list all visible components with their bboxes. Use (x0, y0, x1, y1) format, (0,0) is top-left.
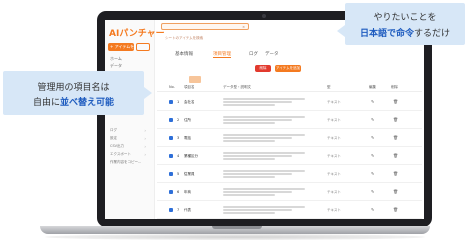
item-name: 代表 (184, 208, 191, 212)
add-item-button[interactable]: アイテムを追加 (275, 65, 301, 72)
item-description (223, 169, 309, 179)
tab-basic-info[interactable]: 基本情報 (175, 51, 193, 57)
item-description (223, 97, 309, 107)
chevron-right-icon: › (144, 128, 146, 133)
column-header[interactable]: No. (169, 85, 175, 89)
table-row[interactable]: 4 業種区分 テキスト ✎ 🗑 (157, 147, 422, 165)
sidebar-item[interactable]: 作業内容をコピー... (110, 160, 150, 165)
app-logo: AIパンチャー (109, 29, 165, 39)
callout-arrow (144, 87, 152, 99)
row-number: 3 (177, 136, 180, 140)
item-type: テキスト (327, 154, 341, 158)
row-number: 1 (177, 100, 180, 104)
chevron-right-icon: › (144, 136, 146, 141)
sidebar-item[interactable]: エクスポート › (110, 152, 150, 157)
item-name: 業種区分 (184, 154, 198, 158)
trash-icon[interactable]: 🗑 (393, 189, 398, 194)
sidebar-item[interactable]: 設定 › (110, 136, 150, 141)
row-checkbox[interactable] (169, 100, 173, 104)
sidebar-link-data[interactable]: データ (110, 63, 122, 69)
edit-icon[interactable]: ✎ (371, 135, 374, 140)
column-header: 削除 (391, 85, 398, 89)
item-type: テキスト (327, 208, 341, 212)
trash-icon[interactable]: 🗑 (393, 99, 398, 104)
table-header: No. 項目名 データ型・説明文 型 編集 削除 (157, 84, 422, 92)
item-description (223, 133, 309, 143)
trash-icon[interactable]: 🗑 (393, 117, 398, 122)
search-input[interactable]: シートのアイテムを検索 × (161, 23, 249, 40)
trash-icon[interactable]: 🗑 (393, 153, 398, 158)
item-type: テキスト (327, 100, 341, 104)
edit-icon[interactable]: ✎ (371, 99, 374, 104)
delete-button[interactable]: 削除 (255, 65, 271, 72)
callout-arrow (337, 25, 345, 37)
new-item-button[interactable]: + アイテムを追加 (108, 43, 134, 51)
item-description (223, 115, 309, 125)
table-row[interactable]: 3 電話 テキスト ✎ 🗑 (157, 129, 422, 147)
edit-icon[interactable]: ✎ (371, 153, 374, 158)
tab-data[interactable]: データ (265, 51, 279, 57)
item-type: テキスト (327, 190, 341, 194)
row-checkbox[interactable] (169, 172, 173, 176)
tab-item-management[interactable]: 項目管理 (213, 51, 231, 58)
row-number: 5 (177, 172, 180, 176)
item-description (223, 187, 309, 197)
trash-icon[interactable]: 🗑 (393, 135, 398, 140)
column-header[interactable]: 型 (327, 85, 331, 90)
row-checkbox[interactable] (169, 118, 173, 122)
callout-japanese-command: やりたいことを 日本語で命令するだけ (337, 3, 465, 45)
item-name: 会社名 (184, 100, 195, 104)
row-number: 4 (177, 154, 180, 158)
laptop-notch (212, 226, 262, 229)
item-name: 住所 (184, 118, 191, 122)
status-badge (189, 76, 201, 83)
column-header[interactable]: データ型・説明文 (223, 85, 251, 90)
edit-icon[interactable]: ✎ (371, 171, 374, 176)
row-checkbox[interactable] (169, 136, 173, 140)
item-type: テキスト (327, 172, 341, 176)
chevron-right-icon: › (144, 152, 146, 157)
edit-icon[interactable]: ✎ (371, 117, 374, 122)
row-checkbox[interactable] (169, 208, 173, 212)
row-number: 2 (177, 118, 180, 122)
item-description (223, 151, 309, 161)
sidebar-item[interactable]: CSV出力 › (110, 144, 150, 149)
tab-log[interactable]: ログ (249, 51, 258, 57)
webcam-icon (262, 14, 266, 18)
row-number: 7 (177, 208, 180, 212)
table-row[interactable]: 7 代表 テキスト ✎ 🗑 (157, 201, 422, 219)
sidebar-toggle-button[interactable] (136, 43, 150, 51)
laptop-shadow (45, 234, 425, 240)
edit-icon[interactable]: ✎ (371, 189, 374, 194)
item-type: テキスト (327, 136, 341, 140)
sidebar: AIパンチャー + アイテムを追加 ホーム データ ログ› 設定› CSV出力›… (105, 20, 165, 219)
app-screen: AIパンチャー + アイテムを追加 ホーム データ ログ› 設定› CSV出力›… (105, 20, 424, 219)
sidebar-link-home[interactable]: ホーム (110, 56, 122, 62)
row-number: 6 (177, 190, 180, 194)
row-checkbox[interactable] (169, 154, 173, 158)
table-row[interactable]: 1 会社名 テキスト ✎ 🗑 (157, 93, 422, 111)
clear-icon[interactable]: × (239, 24, 245, 30)
table-row[interactable]: 2 住所 テキスト ✎ 🗑 (157, 111, 422, 129)
edit-icon[interactable]: ✎ (371, 207, 374, 212)
trash-icon[interactable]: 🗑 (393, 171, 398, 176)
item-description (223, 205, 309, 215)
column-header[interactable]: 項目名 (184, 85, 195, 90)
table-row[interactable]: 5 従業員 テキスト ✎ 🗑 (157, 165, 422, 183)
row-checkbox[interactable] (169, 190, 173, 194)
trash-icon[interactable]: 🗑 (393, 207, 398, 212)
column-header: 編集 (369, 85, 376, 89)
sidebar-item[interactable]: ログ › (110, 128, 150, 133)
item-name: 電話 (184, 136, 191, 140)
table-row[interactable]: 6 年商 テキスト ✎ 🗑 (157, 183, 422, 201)
item-name: 年商 (184, 190, 191, 194)
chevron-right-icon: › (144, 144, 146, 149)
item-name: 従業員 (184, 172, 195, 176)
item-type: テキスト (327, 118, 341, 122)
callout-reorder: 管理用の項目名は 自由に並べ替え可能 (3, 71, 152, 115)
